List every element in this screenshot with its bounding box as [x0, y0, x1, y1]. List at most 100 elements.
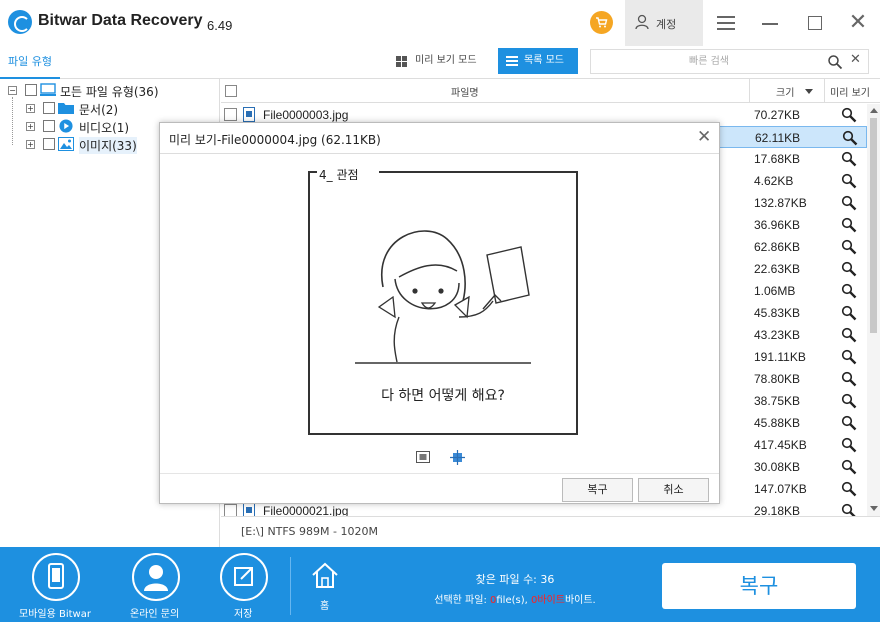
menu-button[interactable] — [713, 10, 739, 36]
preview-magnifier-icon[interactable] — [841, 151, 857, 167]
preview-magnifier-icon[interactable] — [841, 415, 857, 431]
tree-checkbox[interactable] — [43, 120, 55, 132]
clear-search-icon[interactable]: ✕ — [850, 52, 861, 67]
preview-mode-label: 미리 보기 모드 — [415, 55, 477, 66]
file-size: 45.88KB — [754, 416, 801, 430]
sort-desc-icon[interactable] — [805, 89, 813, 94]
toolbar: 파일 유형 미리 보기 모드 목록 모드 ✕ — [0, 46, 880, 79]
preview-tools — [160, 449, 719, 469]
close-button[interactable]: ✕ — [845, 10, 871, 36]
preview-magnifier-icon[interactable] — [841, 173, 857, 189]
save-button[interactable] — [220, 553, 268, 601]
dialog-cancel-button[interactable]: 취소 — [638, 478, 709, 502]
file-name: File0000021.jpg — [263, 504, 349, 516]
online-inquiry-button[interactable] — [132, 553, 180, 601]
bitwar-logo-icon — [8, 10, 32, 34]
row-checkbox[interactable] — [224, 504, 237, 516]
preview-magnifier-icon[interactable] — [841, 503, 857, 516]
minimize-button[interactable] — [757, 10, 783, 36]
bottom-divider — [290, 557, 291, 615]
column-preview: 미리 보기 — [830, 88, 870, 99]
tree-item-documents[interactable]: + 문서(2) — [0, 100, 218, 118]
selected-files-unit: file(s), — [496, 595, 531, 606]
file-name: File0000003.jpg — [263, 108, 349, 122]
file-size: 29.18KB — [754, 504, 801, 516]
preview-magnifier-icon[interactable] — [841, 217, 857, 233]
list-icon — [506, 56, 518, 66]
preview-magnifier-icon[interactable] — [841, 437, 857, 453]
tree-checkbox[interactable] — [25, 84, 37, 96]
expand-icon[interactable]: + — [26, 122, 35, 131]
file-size: 70.27KB — [754, 108, 801, 122]
mobile-bitwar-button[interactable] — [32, 553, 80, 601]
row-checkbox[interactable] — [224, 108, 237, 121]
expand-icon[interactable]: + — [26, 140, 35, 149]
column-name[interactable]: 파일명 — [451, 84, 479, 99]
search-icon[interactable] — [827, 54, 843, 70]
title-bar: Bitwar Data Recovery 6.49 계정 ✕ — [0, 0, 880, 46]
folder-icon — [58, 103, 74, 114]
preview-magnifier-icon[interactable] — [841, 107, 857, 123]
file-size: 4.62KB — [754, 174, 794, 188]
preview-magnifier-icon[interactable] — [841, 393, 857, 409]
search-input[interactable] — [595, 52, 823, 71]
preview-magnifier-icon[interactable] — [841, 283, 857, 299]
list-mode-button[interactable]: 목록 모드 — [498, 48, 578, 74]
preview-magnifier-icon[interactable] — [841, 481, 857, 497]
file-size: 45.83KB — [754, 306, 801, 320]
dialog-recover-button[interactable]: 복구 — [562, 478, 633, 502]
column-size[interactable]: 크기 — [776, 84, 794, 99]
grid-icon — [396, 56, 407, 67]
preview-magnifier-icon[interactable] — [841, 239, 857, 255]
image-caption: 다 하면 어떻게 해요? — [381, 388, 505, 404]
file-size: 17.68KB — [754, 152, 801, 166]
expand-icon[interactable]: + — [26, 104, 35, 113]
file-size: 38.75KB — [754, 394, 801, 408]
file-list-scrollbar[interactable] — [867, 104, 880, 516]
file-size: 30.08KB — [754, 460, 801, 474]
home-icon[interactable] — [310, 561, 340, 589]
cart-button[interactable] — [590, 11, 613, 34]
preview-image: 4_ 관점 다 하면 어떻게 해요? — [308, 167, 578, 435]
tree-label: 비디오(1) — [79, 121, 130, 135]
maximize-button[interactable] — [802, 10, 828, 36]
video-icon — [59, 119, 73, 133]
tree-item-all[interactable]: − 모든 파일 유형(36) — [0, 82, 218, 100]
preview-magnifier-icon[interactable] — [841, 371, 857, 387]
account-button[interactable]: 계정 — [625, 0, 703, 46]
support-agent-icon — [144, 565, 168, 591]
dialog-close-icon[interactable]: ✕ — [697, 127, 711, 147]
preview-magnifier-icon[interactable] — [841, 327, 857, 343]
preview-mode-button[interactable]: 미리 보기 모드 — [388, 48, 490, 74]
tree-checkbox[interactable] — [43, 102, 55, 114]
preview-magnifier-icon[interactable] — [841, 261, 857, 277]
cart-icon — [596, 17, 608, 28]
recover-button[interactable]: 복구 — [662, 563, 856, 609]
scroll-thumb[interactable] — [870, 118, 877, 333]
preview-magnifier-icon[interactable] — [841, 349, 857, 365]
preview-magnifier-icon[interactable] — [842, 130, 858, 146]
fit-to-window-icon[interactable] — [416, 451, 430, 463]
preview-magnifier-icon[interactable] — [841, 459, 857, 475]
actual-size-icon[interactable] — [450, 450, 465, 465]
scroll-up-icon[interactable] — [870, 108, 878, 113]
tree-label: 문서(2) — [79, 103, 119, 117]
collapse-icon[interactable]: − — [8, 86, 17, 95]
online-inquiry-label: 온라인 문의 — [130, 609, 180, 620]
tree-checkbox[interactable] — [43, 138, 55, 150]
app-title: Bitwar Data Recovery — [38, 12, 203, 29]
search-box: ✕ — [590, 49, 869, 74]
file-size: 147.07KB — [754, 482, 807, 496]
preview-dialog: 미리 보기-File0000004.jpg (62.11KB) ✕ 4_ 관점 … — [159, 122, 720, 504]
select-all-checkbox[interactable] — [225, 85, 237, 97]
dialog-footer-divider — [160, 473, 719, 474]
computer-icon — [40, 83, 56, 96]
export-icon — [234, 567, 253, 586]
selected-bytes-unit: 바이트. — [564, 595, 596, 606]
preview-magnifier-icon[interactable] — [841, 195, 857, 211]
scroll-down-icon[interactable] — [870, 506, 878, 511]
selected-files-summary: 선택한 파일: 0file(s), 0바이트바이트. — [380, 591, 650, 606]
preview-magnifier-icon[interactable] — [841, 305, 857, 321]
tree-label: 이미지(33) — [79, 137, 137, 154]
tab-file-type[interactable]: 파일 유형 — [0, 46, 60, 79]
